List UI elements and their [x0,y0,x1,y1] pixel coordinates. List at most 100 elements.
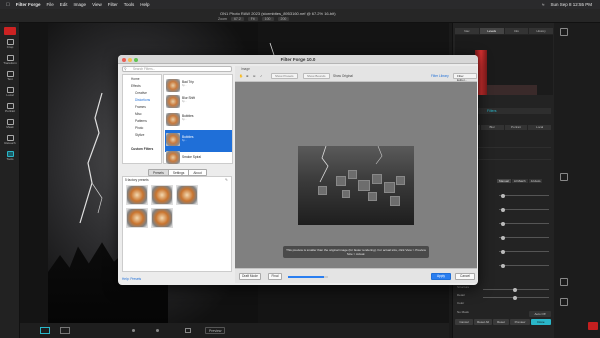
tree-item[interactable]: Patterns [135,119,147,123]
show-presets-button[interactable]: Show Presets [271,73,298,79]
subtab-local[interactable]: Local [528,125,551,130]
tree-item[interactable]: Photo [135,126,143,130]
zoom-in-icon[interactable]: ⊕ [246,74,249,78]
close-icon[interactable] [122,57,126,62]
final-button[interactable]: Final [268,273,282,280]
zoom-icon[interactable] [134,57,138,62]
browse-icon[interactable] [560,28,568,36]
compare-icon[interactable] [40,327,50,334]
preview-button[interactable]: Preview [205,327,226,334]
menu-view[interactable]: View [92,2,102,7]
slider[interactable] [499,235,549,240]
tree-item[interactable]: Creative [135,91,147,95]
tool-tools[interactable]: Tools [4,151,16,163]
tree-item[interactable]: Frames [135,105,146,109]
manual-button[interactable]: Manual [497,179,511,183]
zoom-out-icon[interactable]: ⊖ [253,74,256,78]
slider[interactable] [499,249,549,254]
slider[interactable] [499,207,549,212]
tool-transform[interactable]: Transform [3,55,17,67]
tab-presets[interactable]: Presets [149,170,168,175]
fit-button[interactable]: Fit [247,17,258,21]
tree-item-selected[interactable]: Distortions [135,98,150,102]
reset-button[interactable]: Reset [493,319,509,325]
view-icon[interactable] [185,328,191,333]
help-presets-link[interactable]: Help: Presets [122,277,141,281]
menu-image[interactable]: Image [74,2,87,7]
menu-edit[interactable]: Edit [60,2,68,7]
preview-canvas[interactable]: This preview is smaller than the origina… [235,82,477,268]
slider-knob[interactable] [501,221,505,226]
zoom-200-button[interactable]: 200 [277,17,290,21]
minimize-icon[interactable] [128,57,132,62]
preset-thumb[interactable] [151,208,173,228]
tree-item[interactable]: Effects [131,84,141,88]
slider-knob[interactable] [501,263,505,268]
share-icon[interactable] [560,298,568,306]
auto-off-button[interactable]: Auto Off [529,311,551,317]
edit-icon[interactable]: ✎ [225,178,228,182]
filter-thumb[interactable] [166,151,180,164]
tool-crop[interactable]: Crop [4,39,16,51]
slider[interactable] [499,263,549,268]
tool-text[interactable]: Text [4,71,16,83]
slider-knob[interactable] [513,295,517,300]
slider-knob[interactable] [513,287,517,292]
tab-history[interactable]: History [529,28,553,34]
ai-auto-button[interactable]: AI Auto [528,179,543,183]
subtab-blur[interactable]: Blur [480,125,504,130]
tool-mask[interactable]: Mask [4,119,16,131]
zoom-value[interactable]: 67.2 [230,17,244,21]
apply-button[interactable]: Apply [431,273,451,280]
menu-filter[interactable]: Filter [108,2,118,7]
cancel-dialog-button[interactable]: Cancel [455,273,475,280]
split-icon[interactable] [60,327,70,334]
menu-file[interactable]: File [47,2,54,7]
tab-settings[interactable]: Settings [167,170,189,175]
dot-icon[interactable] [132,329,135,332]
draft-mode-button[interactable]: Draft Mode [239,273,261,280]
tree-item[interactable]: Stylize [135,133,144,137]
tool-portrait[interactable]: Portrait [4,103,16,115]
filter-thumb[interactable] [166,79,180,92]
cancel-button[interactable]: Cancel [455,319,473,325]
reset-all-button[interactable]: Reset All [474,319,492,325]
app-menu[interactable]: Filter Forge [16,2,41,7]
filter-library-link[interactable]: Filter Library [431,74,449,78]
tree-item[interactable]: Home [131,77,140,81]
filter-thumb[interactable] [166,95,180,108]
slider[interactable] [483,295,549,300]
resize-icon[interactable] [560,278,568,286]
show-original-toggle[interactable]: Show Original [333,74,353,78]
filter-thumb-selected[interactable] [166,133,180,146]
filter-editor-button[interactable]: Filter Editor... [453,73,477,82]
develop-icon[interactable] [560,173,568,181]
eyedropper-icon[interactable]: ✓ [260,74,263,78]
menu-help[interactable]: Help [140,2,149,7]
hand-icon[interactable]: ✋ [239,74,243,78]
show-bounds-button[interactable]: Show Bounds [303,73,330,79]
menu-tools[interactable]: Tools [124,2,135,7]
preset-thumb[interactable] [126,208,148,228]
tab-nav[interactable]: Nav [455,28,479,34]
panel-preview-button[interactable]: Preview [510,319,530,325]
tree-item[interactable]: Custom Filters [131,147,153,151]
dot-icon[interactable] [156,329,159,332]
preset-thumb[interactable] [126,185,148,205]
subtab-portrait[interactable]: Portrait [504,125,528,130]
zoom-100-button[interactable]: 100 [261,17,274,21]
tab-levels[interactable]: Levels [479,28,504,34]
done-button[interactable]: Done [531,319,551,325]
tab-about[interactable]: About [188,170,206,175]
wifi-icon[interactable]: ≈ [542,2,544,7]
slider-knob[interactable] [501,207,505,212]
slider-knob[interactable] [501,193,505,198]
tool-retouch[interactable]: Retouch [4,135,16,147]
slider[interactable] [483,287,549,292]
slider[interactable] [499,193,549,198]
tool-local[interactable]: Local [4,87,16,99]
slider-knob[interactable] [501,249,505,254]
preset-thumb[interactable] [176,185,198,205]
ai-match-button[interactable]: AI Match [511,179,528,183]
filter-thumb[interactable] [166,113,180,126]
